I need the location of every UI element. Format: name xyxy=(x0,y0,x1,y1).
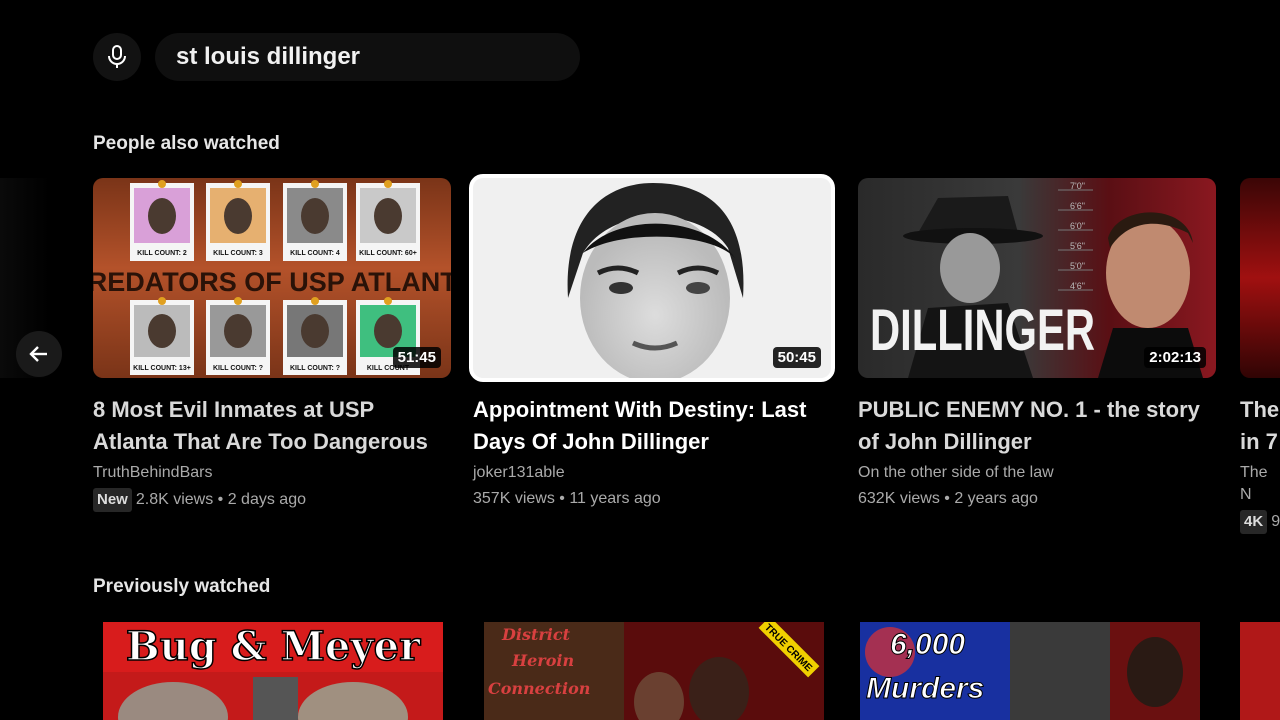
kill-count-label: KILL COUNT: 2 xyxy=(137,250,187,257)
height-mark: 7'0" xyxy=(1070,181,1085,191)
search-input[interactable]: st louis dillinger xyxy=(155,33,580,81)
video-card[interactable]: Bug & Meyer xyxy=(103,622,443,720)
channel-name: On the other side of the law xyxy=(858,464,1054,481)
video-meta: 632K views • 2 years ago xyxy=(858,490,1038,507)
video-card-partial[interactable] xyxy=(1240,622,1280,720)
thumbnail-text: 6,000 xyxy=(890,628,965,661)
video-meta: New 2.8K views • 2 days ago xyxy=(93,488,451,512)
video-card-focused[interactable]: 50:45 Appointment With Destiny: Last Day… xyxy=(469,174,835,510)
video-thumbnail: 7'0" 6'6" 6'0" 5'6" 5'0" 4'6" DILLINGER … xyxy=(858,178,1216,378)
height-mark: 6'0" xyxy=(1070,221,1085,231)
video-thumbnail xyxy=(1240,178,1280,378)
microphone-icon xyxy=(108,45,126,68)
video-title: The in 7 xyxy=(1240,397,1280,454)
height-mark: 6'6" xyxy=(1070,201,1085,211)
video-thumbnail: District Heroin Connection TRUE CRIME xyxy=(484,622,824,720)
kill-count-label: KILL COUNT: 13+ xyxy=(133,365,191,372)
video-title: Appointment With Destiny: Last Days Of J… xyxy=(473,397,807,454)
video-thumbnail: KILL COUNT: 2 KILL COUNT: 3 KILL COUNT: … xyxy=(93,178,451,378)
video-thumbnail: Bug & Meyer xyxy=(103,622,443,720)
arrow-left-icon xyxy=(29,346,47,362)
video-card[interactable]: 6,000 Murders xyxy=(860,622,1200,720)
thumbnail-text: District xyxy=(501,625,571,644)
quality-badge: 4K xyxy=(1240,510,1268,534)
channel-name: joker131able xyxy=(473,464,565,481)
kill-count-label: KILL COUNT: ? xyxy=(213,365,263,372)
kill-count-label: KILL COUNT: 4 xyxy=(290,250,340,257)
thumbnail-headline: Bug & Meyer xyxy=(126,623,421,670)
height-mark: 5'0" xyxy=(1070,261,1085,271)
kill-count-label: KILL COUNT: ? xyxy=(290,365,340,372)
new-badge: New xyxy=(93,488,132,512)
height-mark: 5'6" xyxy=(1070,241,1085,251)
thumbnail-text: Connection xyxy=(488,679,590,698)
scroll-left-button[interactable] xyxy=(16,331,62,377)
channel-name: The N xyxy=(1240,464,1268,503)
height-mark: 4'6" xyxy=(1070,281,1085,291)
kill-count-label: KILL COUNT: 60+ xyxy=(359,250,417,257)
video-meta: 357K views • 11 years ago xyxy=(473,490,661,507)
video-card[interactable]: 7'0" 6'6" 6'0" 5'6" 5'0" 4'6" DILLINGER … xyxy=(858,178,1216,510)
video-title: PUBLIC ENEMY NO. 1 - the story of John D… xyxy=(858,397,1200,454)
video-duration: 51:45 xyxy=(392,347,441,368)
video-thumbnail: 6,000 Murders xyxy=(860,622,1200,720)
video-duration: 50:45 xyxy=(772,347,821,368)
video-card-partial[interactable]: The in 7 The N 4K 9 xyxy=(1240,178,1280,534)
voice-search-button[interactable] xyxy=(93,33,141,81)
kill-count-label: KILL COUNT: 3 xyxy=(213,250,263,257)
video-card[interactable]: KILL COUNT: 2 KILL COUNT: 3 KILL COUNT: … xyxy=(93,178,451,512)
thumbnail-headline: DILLINGER xyxy=(870,298,1095,363)
shelf-title-people-also-watched: People also watched xyxy=(93,133,280,154)
video-title: 8 Most Evil Inmates at USP Atlanta That … xyxy=(93,397,428,454)
thumbnail-text: Heroin xyxy=(511,651,574,670)
video-duration: 2:02:13 xyxy=(1144,347,1206,368)
video-meta: 4K 9 xyxy=(1240,510,1280,534)
search-query: st louis dillinger xyxy=(176,43,361,70)
thumbnail-text: Murders xyxy=(866,672,984,705)
thumbnail-headline: PREDATORS OF USP ATLANTA xyxy=(93,267,451,297)
video-thumbnail: 50:45 xyxy=(469,174,835,382)
video-card[interactable]: District Heroin Connection TRUE CRIME xyxy=(484,622,824,720)
shelf-title-previously-watched: Previously watched xyxy=(93,576,271,597)
channel-name: TruthBehindBars xyxy=(93,464,213,481)
